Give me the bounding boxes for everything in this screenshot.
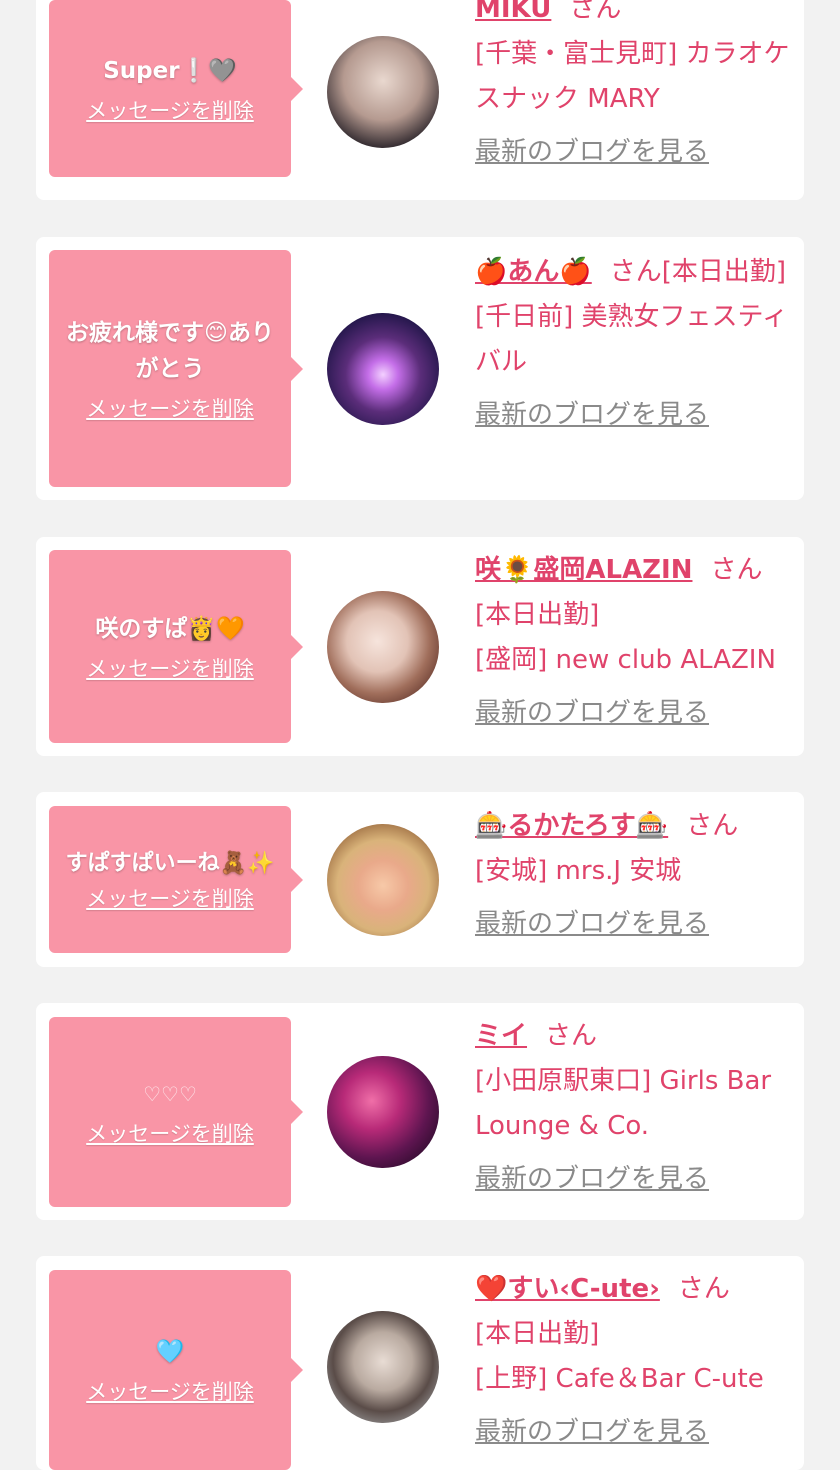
- message-card: ♡♡♡ メッセージを削除 ミイ さん [小田原駅東口] Girls Bar Lou…: [36, 1003, 804, 1220]
- name-line: ミイ さん: [475, 1014, 795, 1059]
- name-line: MIKU さん: [475, 0, 795, 32]
- shop-text: [盛岡] new club ALAZIN: [475, 645, 776, 675]
- avatar[interactable]: [327, 36, 439, 148]
- honorific: さん: [686, 811, 739, 841]
- message-bubble: 🩵 メッセージを削除: [49, 1270, 303, 1470]
- message-card: お疲れ様です😊ありがとう メッセージを削除 🍎あん🍎 さん[本日出勤] [千日前]…: [36, 237, 804, 500]
- name-line: 咲🌻盛岡ALAZIN さん: [475, 548, 795, 593]
- message-text: お疲れ様です😊ありがとう: [66, 319, 274, 382]
- avatar[interactable]: [327, 1311, 439, 1423]
- message-text: Super❕🩶: [103, 57, 237, 84]
- cast-info: 咲🌻盛岡ALAZIN さん [本日出勤] [盛岡] new club ALAZIN…: [475, 548, 795, 736]
- delete-message-link[interactable]: メッセージを削除: [86, 393, 254, 423]
- cast-info: 🍎あん🍎 さん[本日出勤] [千日前] 美熟女フェスティバル 最新のブログを見る: [475, 250, 795, 438]
- delete-message-link[interactable]: メッセージを削除: [86, 1376, 254, 1406]
- view-latest-blog-link[interactable]: 最新のブログを見る: [475, 393, 709, 438]
- avatar[interactable]: [327, 1056, 439, 1168]
- message-bubble: ♡♡♡ メッセージを削除: [49, 1017, 303, 1207]
- shop-text: [小田原駅東口] Girls Bar Lounge & Co.: [475, 1066, 772, 1141]
- honorific: さん: [677, 1274, 730, 1304]
- cast-name-link[interactable]: ミイ: [475, 1021, 527, 1051]
- message-bubble: すぱすぱいーね🧸✨ メッセージを削除: [49, 806, 303, 953]
- shop-text: [千葉・富士見町] カラオケスナック MARY: [475, 39, 790, 114]
- attendance-status: [本日出勤]: [475, 1319, 600, 1349]
- message-text: すぱすぱいーね🧸✨: [65, 850, 275, 876]
- avatar[interactable]: [327, 591, 439, 703]
- shop-text: [上野] Cafe＆Bar C-ute: [475, 1364, 764, 1394]
- view-latest-blog-link[interactable]: 最新のブログを見る: [475, 691, 709, 736]
- message-bubble: 咲のすぱ👸🧡 メッセージを削除: [49, 550, 303, 743]
- cast-name-link[interactable]: ❤️すい‹C-ute›: [475, 1274, 660, 1304]
- message-card: 咲のすぱ👸🧡 メッセージを削除 咲🌻盛岡ALAZIN さん [本日出勤] [盛岡]…: [36, 537, 804, 756]
- shop-text: [安城] mrs.J 安城: [475, 856, 682, 886]
- view-latest-blog-link[interactable]: 最新のブログを見る: [475, 1157, 709, 1202]
- message-text: ♡♡♡: [143, 1082, 197, 1106]
- message-card: すぱすぱいーね🧸✨ メッセージを削除 🎰るかたろす🎰 さん [安城] mrs.J …: [36, 792, 804, 967]
- message-text: 🩵: [155, 1339, 185, 1365]
- name-line: 🍎あん🍎 さん[本日出勤]: [475, 257, 786, 287]
- cast-name-link[interactable]: 🎰るかたろす🎰: [475, 811, 668, 841]
- delete-message-link[interactable]: メッセージを削除: [86, 95, 254, 125]
- attendance-status: [本日出勤]: [475, 600, 600, 630]
- cast-info: MIKU さん [千葉・富士見町] カラオケスナック MARY 最新のブログを見る: [475, 0, 795, 175]
- message-bubble: Super❕🩶 メッセージを削除: [49, 0, 303, 177]
- view-latest-blog-link[interactable]: 最新のブログを見る: [475, 902, 709, 947]
- cast-info: 🎰るかたろす🎰 さん [安城] mrs.J 安城 最新のブログを見る: [475, 804, 795, 947]
- honorific: さん: [545, 1021, 598, 1051]
- cast-info: ミイ さん [小田原駅東口] Girls Bar Lounge & Co. 最新の…: [475, 1014, 795, 1202]
- avatar[interactable]: [327, 313, 439, 425]
- cast-name-link[interactable]: 咲🌻盛岡ALAZIN: [475, 555, 692, 585]
- honorific: さん: [609, 257, 662, 287]
- delete-message-link[interactable]: メッセージを削除: [86, 883, 254, 913]
- message-card: 🩵 メッセージを削除 ❤️すい‹C-ute› さん [本日出勤] [上野] Caf…: [36, 1256, 804, 1470]
- cast-info: ❤️すい‹C-ute› さん [本日出勤] [上野] Cafe＆Bar C-ute…: [475, 1267, 795, 1455]
- delete-message-link[interactable]: メッセージを削除: [86, 1118, 254, 1148]
- view-latest-blog-link[interactable]: 最新のブログを見る: [475, 1410, 709, 1455]
- cast-name-link[interactable]: MIKU: [475, 0, 551, 24]
- cast-name-link[interactable]: 🍎あん🍎: [475, 257, 592, 287]
- name-line: 🎰るかたろす🎰 さん: [475, 804, 795, 849]
- honorific: さん: [710, 555, 763, 585]
- honorific: さん: [569, 0, 622, 24]
- message-bubble: お疲れ様です😊ありがとう メッセージを削除: [49, 250, 303, 487]
- name-line: ❤️すい‹C-ute› さん: [475, 1267, 795, 1312]
- shop-text: [千日前] 美熟女フェスティバル: [475, 302, 788, 377]
- message-text: 咲のすぱ👸🧡: [95, 615, 245, 642]
- avatar[interactable]: [327, 824, 439, 936]
- view-latest-blog-link[interactable]: 最新のブログを見る: [475, 130, 709, 175]
- message-card: Super❕🩶 メッセージを削除 MIKU さん [千葉・富士見町] カラオケスナ…: [36, 0, 804, 200]
- attendance-status: [本日出勤]: [661, 257, 787, 287]
- delete-message-link[interactable]: メッセージを削除: [86, 653, 254, 683]
